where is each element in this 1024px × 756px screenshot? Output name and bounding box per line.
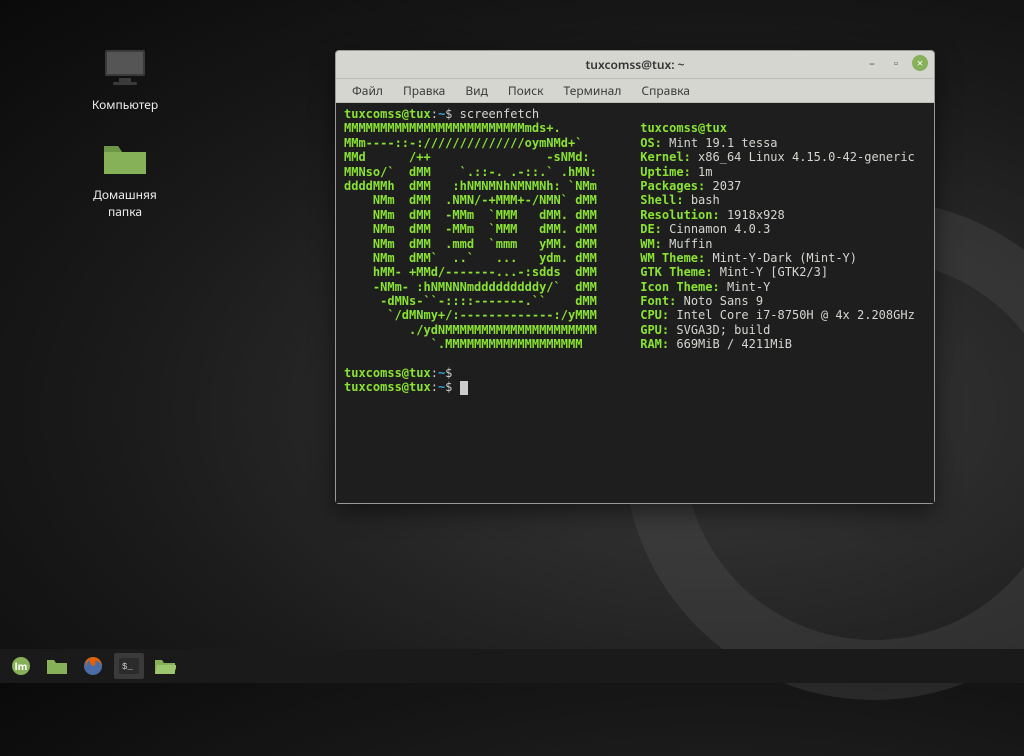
terminal-menubar: Файл Правка Вид Поиск Терминал Справка bbox=[336, 79, 934, 103]
mint-logo-icon: lm bbox=[11, 656, 31, 676]
menu-search[interactable]: Поиск bbox=[500, 80, 552, 101]
terminal-icon: $_ bbox=[118, 657, 140, 675]
desktop-icon-computer[interactable]: Компьютер bbox=[80, 48, 170, 113]
minimize-button[interactable]: – bbox=[864, 55, 880, 71]
window-titlebar[interactable]: tuxcomss@tux: ~ – ▫ × bbox=[336, 51, 934, 79]
folder-open-icon bbox=[154, 657, 176, 675]
taskbar-terminal[interactable]: $_ bbox=[114, 653, 144, 679]
taskbar[interactable]: lm $_ bbox=[0, 649, 1024, 683]
terminal-output[interactable]: tuxcomss@tux:~$ screenfetch MMMMMMMMMMMM… bbox=[336, 103, 934, 503]
desktop-icon-home-folder[interactable]: Домашняя папка bbox=[80, 140, 170, 220]
menu-view[interactable]: Вид bbox=[457, 80, 496, 101]
firefox-icon bbox=[83, 656, 103, 676]
folder-icon bbox=[46, 657, 68, 675]
taskbar-files[interactable] bbox=[42, 653, 72, 679]
svg-text:$_: $_ bbox=[122, 662, 133, 672]
desktop-icon-label: Домашняя папка bbox=[80, 186, 170, 220]
maximize-button[interactable]: ▫ bbox=[888, 55, 904, 71]
close-button[interactable]: × bbox=[912, 55, 928, 71]
svg-text:lm: lm bbox=[15, 659, 28, 673]
desktop-icon-label: Компьютер bbox=[80, 96, 170, 113]
menu-edit[interactable]: Правка bbox=[395, 80, 453, 101]
window-title: tuxcomss@tux: ~ bbox=[585, 56, 684, 73]
window-controls: – ▫ × bbox=[864, 55, 928, 71]
menu-help[interactable]: Справка bbox=[633, 80, 698, 101]
computer-icon bbox=[80, 48, 170, 90]
terminal-window[interactable]: tuxcomss@tux: ~ – ▫ × Файл Правка Вид По… bbox=[335, 50, 935, 504]
taskbar-firefox[interactable] bbox=[78, 653, 108, 679]
taskbar-files-open[interactable] bbox=[150, 653, 180, 679]
folder-icon bbox=[80, 140, 170, 180]
menu-button[interactable]: lm bbox=[6, 653, 36, 679]
menu-terminal[interactable]: Терминал bbox=[556, 80, 630, 101]
menu-file[interactable]: Файл bbox=[344, 80, 391, 101]
